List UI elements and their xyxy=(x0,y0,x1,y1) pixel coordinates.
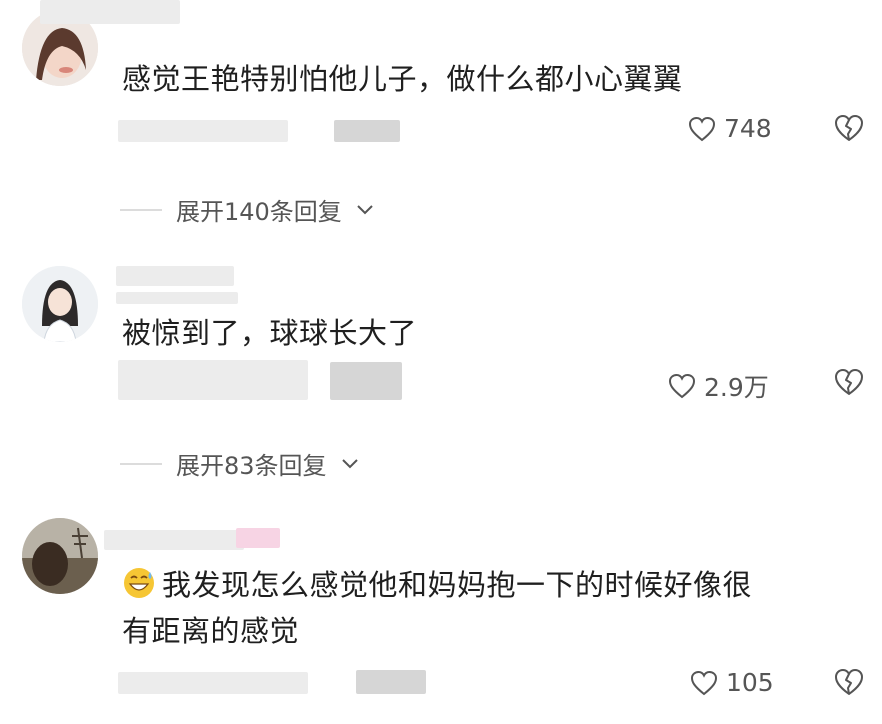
expand-replies[interactable]: 展开140条回复 xyxy=(120,192,374,227)
divider-line xyxy=(120,462,162,465)
expand-label: 展开83条回复 xyxy=(176,452,327,480)
avatar-image xyxy=(22,518,98,594)
like-button[interactable]: 748 xyxy=(688,114,772,143)
broken-heart-icon xyxy=(835,115,863,141)
comment-text-line1: 我发现怎么感觉他和妈妈抱一下的时候好像很 xyxy=(162,568,753,602)
meta-blur-2 xyxy=(330,362,402,400)
like-count: 105 xyxy=(726,668,774,697)
avatar-image xyxy=(22,266,98,342)
comment-text: 我发现怎么感觉他和妈妈抱一下的时候好像很 有距离的感觉 xyxy=(122,562,752,654)
username-blur xyxy=(116,266,234,286)
username-blur xyxy=(40,0,180,24)
meta-blur-2 xyxy=(356,670,426,694)
grinning-sweat-emoji xyxy=(124,568,154,598)
username-blur-2 xyxy=(116,292,238,304)
badge-blur xyxy=(236,528,280,548)
divider-line xyxy=(120,208,162,211)
avatar[interactable] xyxy=(22,266,98,342)
comment-text-line2: 有距离的感觉 xyxy=(122,614,300,648)
dislike-button[interactable] xyxy=(834,368,864,400)
expand-replies[interactable]: 展开83条回复 xyxy=(120,446,359,481)
avatar[interactable] xyxy=(22,518,98,594)
expand-label: 展开140条回复 xyxy=(176,198,342,226)
comment-text: 被惊到了，球球长大了 xyxy=(122,316,418,350)
comment-text: 感觉王艳特别怕他儿子，做什么都小心翼翼 xyxy=(122,62,683,96)
meta-blur xyxy=(118,672,308,694)
like-button[interactable]: 105 xyxy=(690,668,774,697)
heart-outline-icon xyxy=(688,116,716,141)
dislike-button[interactable] xyxy=(834,114,864,146)
heart-outline-icon xyxy=(690,670,718,695)
like-button[interactable]: 2.9万 xyxy=(668,368,769,404)
chevron-down-icon xyxy=(341,458,358,468)
chevron-down-icon xyxy=(357,204,373,214)
meta-blur xyxy=(118,360,308,400)
broken-heart-icon xyxy=(835,369,863,395)
dislike-button[interactable] xyxy=(834,668,864,700)
username-blur xyxy=(104,530,244,550)
meta-blur-2 xyxy=(334,120,400,142)
broken-heart-icon xyxy=(835,669,863,695)
meta-blur xyxy=(118,120,288,142)
like-count: 2.9万 xyxy=(704,373,769,402)
like-count: 748 xyxy=(724,114,772,143)
heart-outline-icon xyxy=(668,373,696,399)
